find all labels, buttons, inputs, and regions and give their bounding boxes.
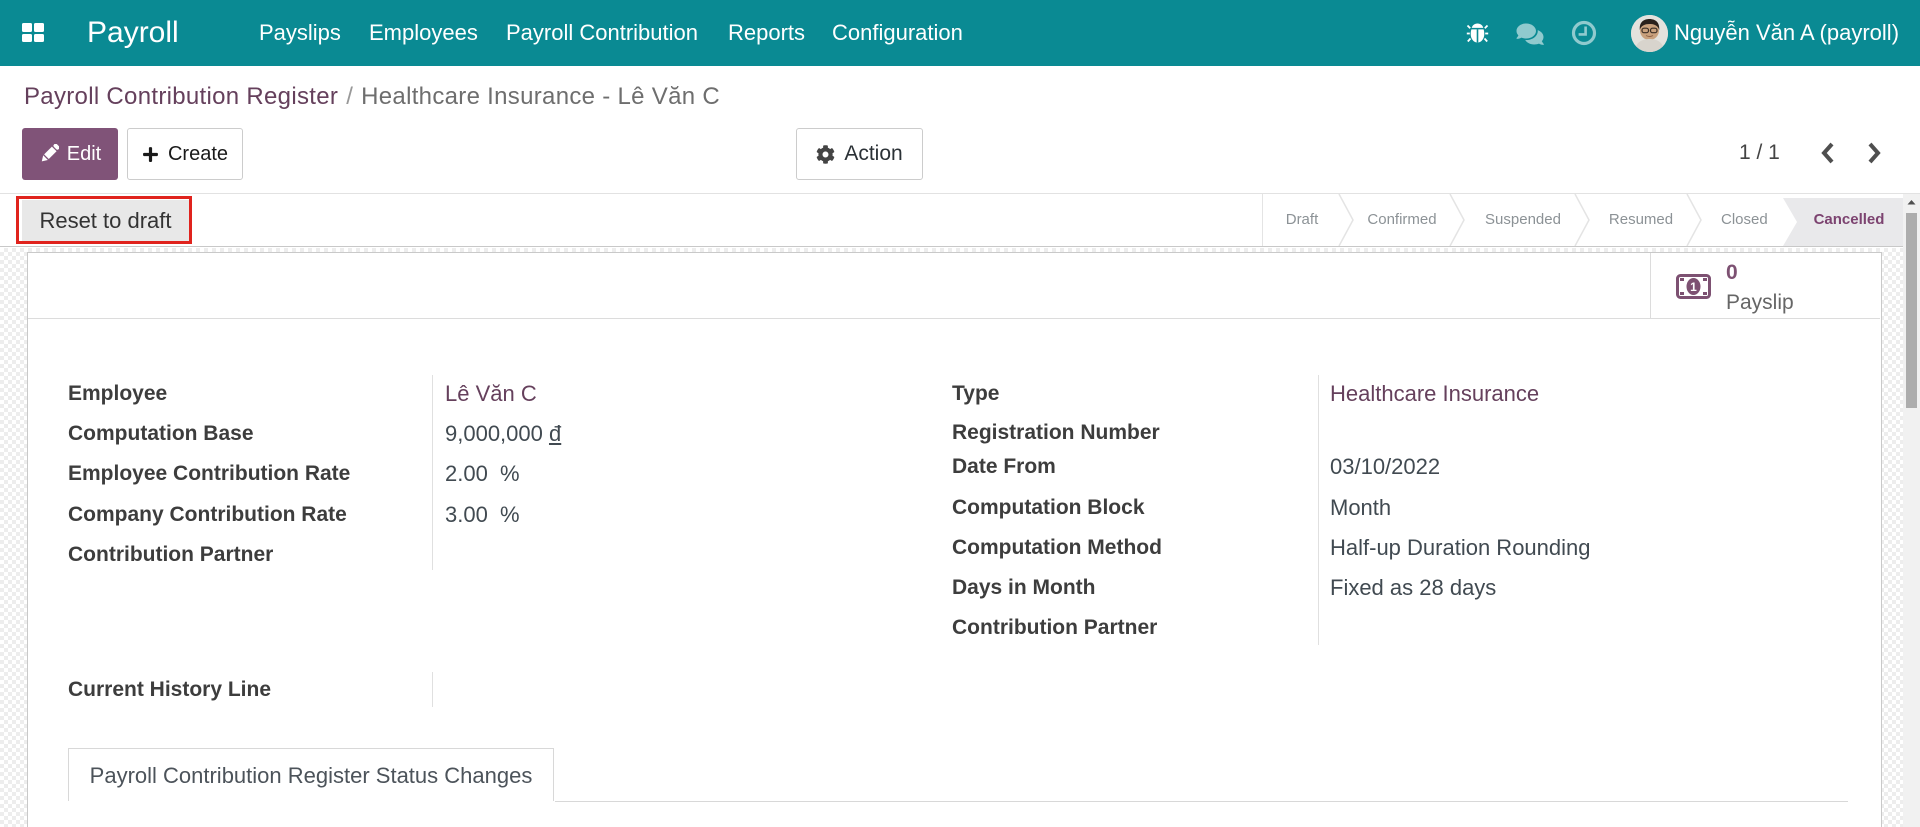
svg-text:1: 1 <box>1690 280 1697 294</box>
